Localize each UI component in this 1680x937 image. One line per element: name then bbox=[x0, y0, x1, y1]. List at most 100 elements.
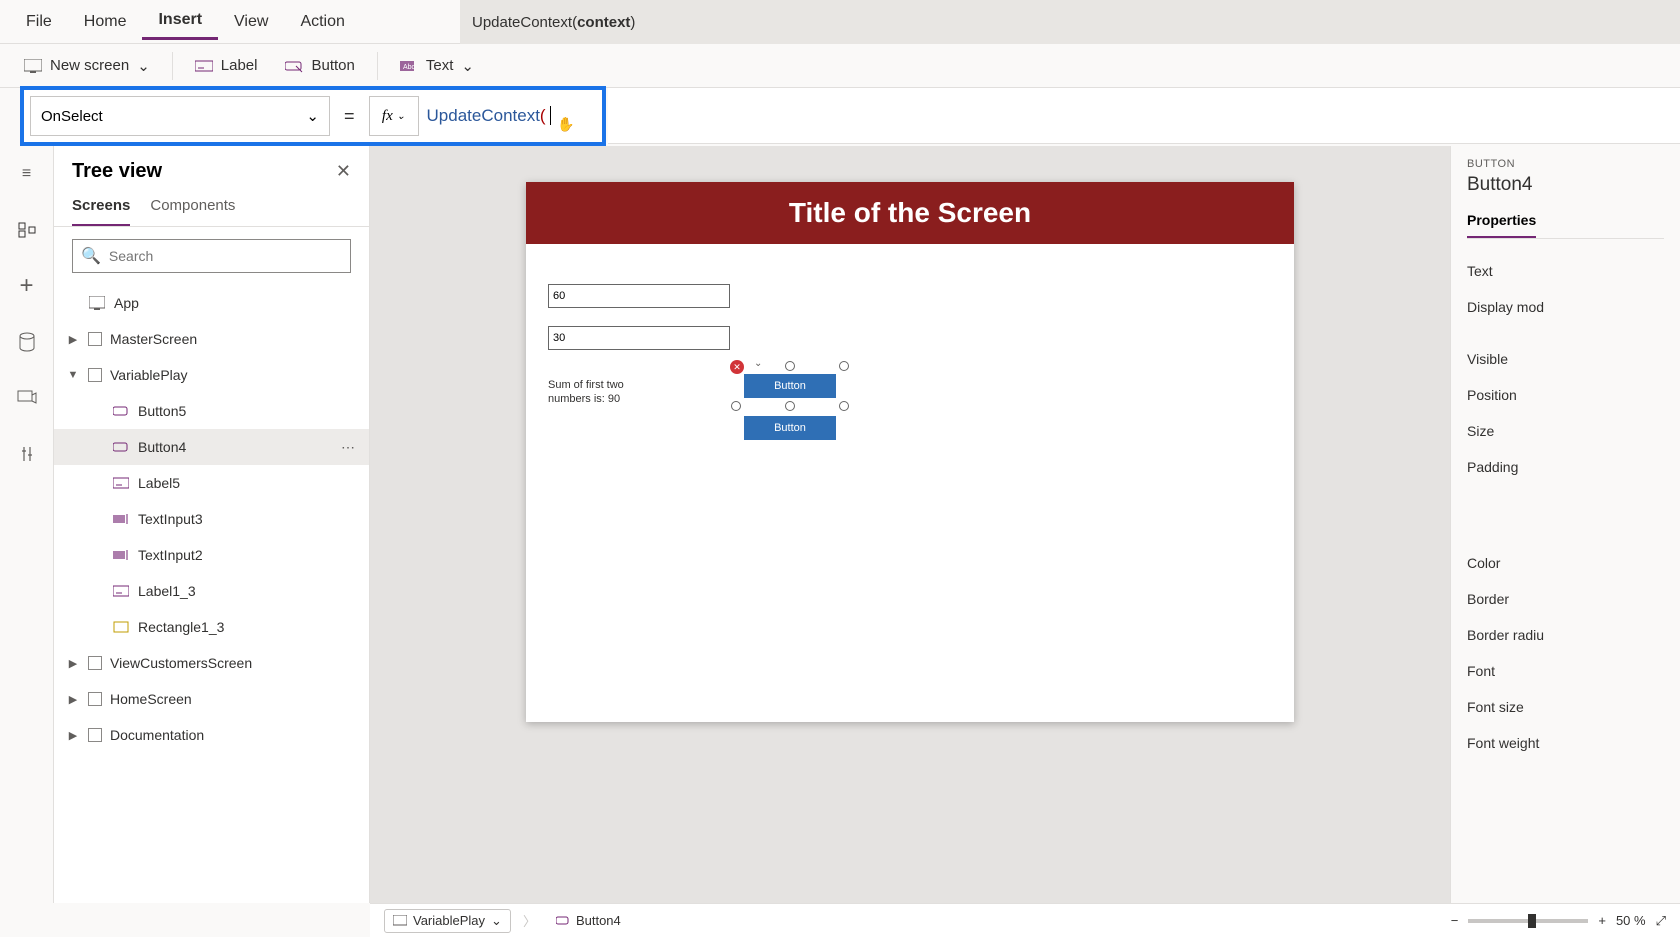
tree-node-homescreen[interactable]: ▶ HomeScreen bbox=[54, 681, 369, 717]
prop-font[interactable]: Font bbox=[1467, 653, 1664, 689]
button-button[interactable]: Button bbox=[271, 51, 368, 80]
zoom-slider[interactable] bbox=[1468, 919, 1588, 923]
chevron-down-icon: ⌄ bbox=[461, 57, 474, 75]
label-icon bbox=[112, 585, 130, 597]
prop-padding[interactable]: Padding bbox=[1467, 449, 1664, 485]
tree-node-textinput2[interactable]: TextInput2 bbox=[54, 537, 369, 573]
screen-icon bbox=[88, 656, 102, 670]
tab-properties[interactable]: Properties bbox=[1467, 206, 1536, 238]
chevron-down-icon: ⌄ bbox=[306, 107, 319, 125]
menu-file[interactable]: File bbox=[10, 5, 68, 39]
menu-view[interactable]: View bbox=[218, 5, 284, 39]
screen-icon bbox=[24, 59, 42, 73]
advanced-icon[interactable] bbox=[13, 440, 41, 468]
tree-node-rectangle1-3[interactable]: Rectangle1_3 bbox=[54, 609, 369, 645]
tree-list: App ▶ MasterScreen ▼ VariablePlay Button… bbox=[54, 285, 369, 903]
new-screen-button[interactable]: New screen ⌄ bbox=[10, 51, 164, 81]
prop-fontweight[interactable]: Font weight bbox=[1467, 725, 1664, 761]
chevron-right-icon[interactable]: ▶ bbox=[66, 657, 80, 670]
breadcrumb-screen[interactable]: VariablePlay ⌄ bbox=[384, 909, 511, 933]
chevron-down-icon[interactable]: ⌄ bbox=[754, 358, 762, 369]
insert-icon[interactable]: + bbox=[13, 272, 41, 300]
canvas[interactable]: Title of the Screen Button ✕ ⌄ Button Su… bbox=[370, 146, 1450, 903]
tree-node-button4[interactable]: Button4 ⋯ bbox=[54, 429, 369, 465]
chevron-right-icon[interactable]: ▶ bbox=[66, 333, 80, 346]
screen-icon bbox=[393, 915, 407, 927]
formula-input-extended[interactable] bbox=[608, 88, 1680, 144]
prop-position[interactable]: Position bbox=[1467, 377, 1664, 413]
chevron-down-icon: ⌄ bbox=[397, 111, 405, 122]
button-icon bbox=[112, 405, 130, 417]
svg-text:Abc: Abc bbox=[403, 64, 416, 71]
chevron-down-icon: ⌄ bbox=[137, 57, 150, 75]
tree-node-textinput3[interactable]: TextInput3 bbox=[54, 501, 369, 537]
prop-border[interactable]: Border bbox=[1467, 581, 1664, 617]
tree-view-icon[interactable] bbox=[13, 216, 41, 244]
chevron-down-icon: ⌄ bbox=[491, 913, 502, 929]
more-icon[interactable]: ⋯ bbox=[341, 439, 357, 456]
tree-node-documentation[interactable]: ▶ Documentation bbox=[54, 717, 369, 753]
canvas-textinput-1[interactable] bbox=[548, 284, 730, 308]
rectangle-icon bbox=[112, 621, 130, 633]
tree-node-button5[interactable]: Button5 bbox=[54, 393, 369, 429]
text-icon: Abc bbox=[400, 59, 418, 73]
canvas-button-selected[interactable]: Button ✕ ⌄ bbox=[744, 374, 836, 398]
prop-fontsize[interactable]: Font size bbox=[1467, 689, 1664, 725]
screen-icon bbox=[88, 368, 102, 382]
close-icon[interactable]: ✕ bbox=[336, 161, 351, 182]
tree-node-app[interactable]: App bbox=[54, 285, 369, 321]
tree-node-variableplay[interactable]: ▼ VariablePlay bbox=[54, 357, 369, 393]
fit-icon[interactable]: ⤢ bbox=[1656, 913, 1666, 929]
tree-node-label1-3[interactable]: Label1_3 bbox=[54, 573, 369, 609]
tab-screens[interactable]: Screens bbox=[72, 189, 130, 226]
tree-node-masterscreen[interactable]: ▶ MasterScreen bbox=[54, 321, 369, 357]
chevron-right-icon[interactable]: ▶ bbox=[66, 729, 80, 742]
hamburger-icon[interactable]: ≡ bbox=[13, 160, 41, 188]
property-selector[interactable]: OnSelect ⌄ bbox=[30, 96, 330, 136]
data-icon[interactable] bbox=[13, 328, 41, 356]
formula-input[interactable]: UpdateContext( bbox=[427, 106, 552, 126]
tree-node-label5[interactable]: Label5 bbox=[54, 465, 369, 501]
tree-view-panel: Tree view ✕ Screens Components 🔍 App ▶ M… bbox=[54, 146, 370, 903]
search-input[interactable]: 🔍 bbox=[72, 239, 351, 273]
button-icon bbox=[112, 441, 130, 453]
chevron-down-icon[interactable]: ▼ bbox=[66, 369, 80, 381]
tree-title: Tree view bbox=[72, 160, 162, 183]
selection-handles[interactable] bbox=[736, 366, 844, 406]
label-button[interactable]: Label bbox=[181, 51, 272, 80]
chevron-right-icon[interactable]: ▶ bbox=[66, 693, 80, 706]
zoom-out-button[interactable]: − bbox=[1451, 913, 1459, 928]
breadcrumb-control[interactable]: Button4 bbox=[548, 910, 629, 931]
menu-action[interactable]: Action bbox=[284, 5, 360, 39]
status-bar: VariablePlay ⌄ 〉 Button4 − + 50 % ⤢ bbox=[370, 903, 1680, 937]
screen-icon bbox=[88, 692, 102, 706]
tree-node-viewcustomers[interactable]: ▶ ViewCustomersScreen bbox=[54, 645, 369, 681]
prop-visible[interactable]: Visible bbox=[1467, 341, 1664, 377]
prop-displaymode[interactable]: Display mod bbox=[1467, 289, 1664, 325]
fx-button[interactable]: fx ⌄ bbox=[369, 96, 419, 136]
textinput-icon bbox=[112, 549, 130, 561]
properties-panel: BUTTON Button4 Properties Text Display m… bbox=[1450, 146, 1680, 903]
zoom-in-button[interactable]: + bbox=[1598, 913, 1606, 928]
menu-home[interactable]: Home bbox=[68, 5, 143, 39]
prop-size[interactable]: Size bbox=[1467, 413, 1664, 449]
text-button[interactable]: Abc Text ⌄ bbox=[386, 51, 488, 81]
tab-components[interactable]: Components bbox=[150, 189, 235, 226]
label-icon bbox=[195, 59, 213, 73]
button-icon bbox=[556, 916, 570, 926]
prop-color[interactable]: Color bbox=[1467, 545, 1664, 581]
textinput-icon bbox=[112, 513, 130, 525]
menu-insert[interactable]: Insert bbox=[142, 3, 218, 40]
app-icon bbox=[88, 296, 106, 310]
canvas-button-2[interactable]: Button bbox=[744, 416, 836, 440]
canvas-textinput-2[interactable] bbox=[548, 326, 730, 350]
media-icon[interactable] bbox=[13, 384, 41, 412]
formula-signature-bar: UpdateContext(context) bbox=[460, 0, 1680, 44]
search-icon: 🔍 bbox=[81, 246, 101, 266]
control-name: Button4 bbox=[1467, 174, 1664, 196]
error-badge-icon[interactable]: ✕ bbox=[730, 360, 744, 374]
app-screen[interactable]: Title of the Screen Button ✕ ⌄ Button Su… bbox=[526, 182, 1294, 722]
prop-text[interactable]: Text bbox=[1467, 253, 1664, 289]
fx-sig-arg: context bbox=[577, 14, 630, 31]
prop-borderradius[interactable]: Border radiu bbox=[1467, 617, 1664, 653]
